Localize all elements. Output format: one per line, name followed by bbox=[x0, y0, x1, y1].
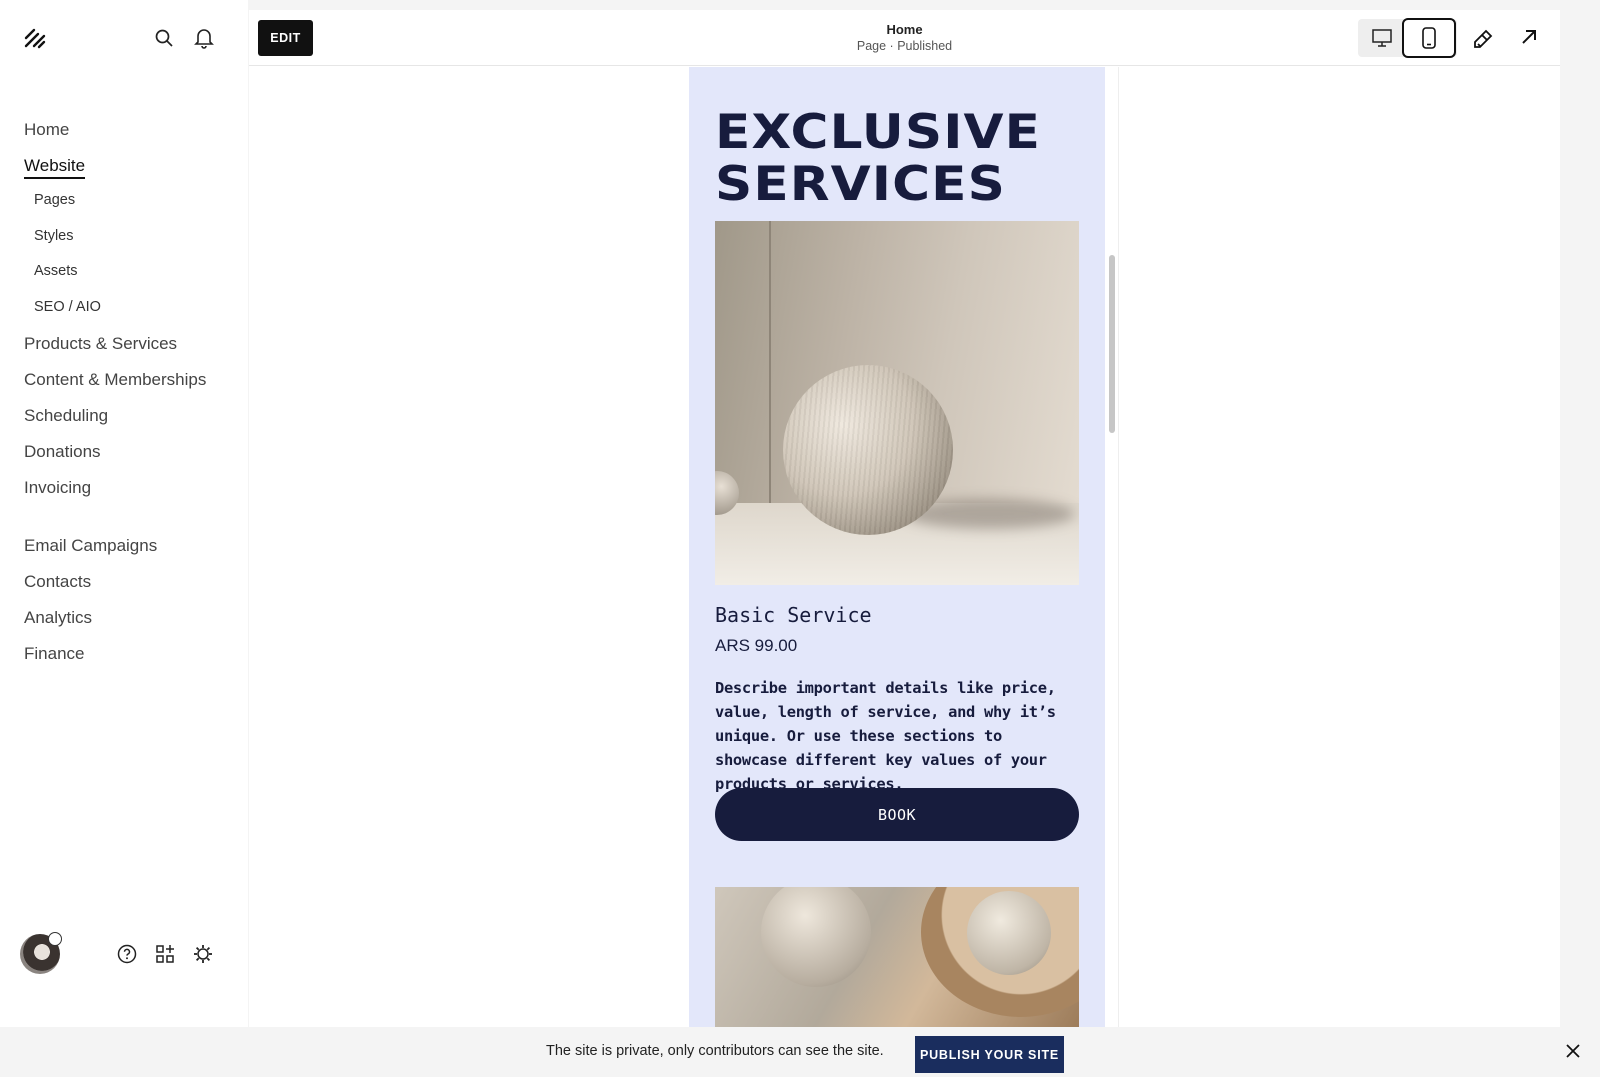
nav-item-analytics[interactable]: Analytics bbox=[24, 606, 244, 642]
nav-item-finance[interactable]: Finance bbox=[24, 642, 244, 678]
nav-subitem-styles[interactable]: Styles bbox=[24, 226, 244, 262]
nav-item-invoicing[interactable]: Invoicing bbox=[24, 476, 244, 512]
apps-icon[interactable] bbox=[155, 944, 175, 964]
service-price: ARS 99.00 bbox=[715, 636, 798, 655]
book-button[interactable]: BOOK bbox=[715, 788, 1079, 841]
editor-panel: EDIT Home Page · Published EXCLUSIVE SER… bbox=[249, 10, 1560, 1027]
desktop-view-icon[interactable] bbox=[1358, 19, 1406, 57]
headline-line-2: SERVICES bbox=[715, 157, 1006, 212]
mobile-preview-frame: EXCLUSIVE SERVICES Basic Service ARS 99.… bbox=[689, 67, 1119, 1027]
service-image-sphere bbox=[715, 221, 1079, 585]
account-badge-icon bbox=[48, 932, 62, 946]
service-description: Describe important details like price, v… bbox=[715, 679, 1056, 793]
site-styles-brush-icon[interactable] bbox=[1472, 28, 1494, 55]
sidebar: Home Website Pages Styles Assets SEO / A… bbox=[0, 0, 248, 1027]
device-view-toggle bbox=[1358, 18, 1457, 58]
site-section-services[interactable]: EXCLUSIVE SERVICES Basic Service ARS 99.… bbox=[689, 67, 1105, 1027]
close-icon[interactable] bbox=[1566, 1044, 1580, 1063]
bell-icon[interactable] bbox=[194, 28, 214, 49]
nav-subitem-pages[interactable]: Pages bbox=[24, 190, 244, 226]
mobile-view-icon[interactable] bbox=[1402, 18, 1456, 58]
open-site-arrow-icon[interactable] bbox=[1520, 28, 1538, 51]
nav-item-scheduling[interactable]: Scheduling bbox=[24, 404, 244, 440]
main-nav: Home Website Pages Styles Assets SEO / A… bbox=[24, 118, 244, 678]
service-image-bowl bbox=[715, 887, 1079, 1027]
nav-item-home[interactable]: Home bbox=[24, 118, 244, 154]
search-icon[interactable] bbox=[154, 28, 174, 48]
service-title: Basic Service bbox=[715, 603, 872, 627]
publish-site-button[interactable]: PUBLISH YOUR SITE bbox=[915, 1036, 1064, 1073]
headline-line-1: EXCLUSIVE bbox=[715, 105, 1042, 160]
avatar[interactable] bbox=[20, 932, 62, 974]
nav-subitem-seo[interactable]: SEO / AIO bbox=[24, 297, 244, 333]
editor-topbar: EDIT Home Page · Published bbox=[249, 10, 1560, 66]
gear-icon[interactable] bbox=[193, 944, 213, 964]
private-site-banner: The site is private, only contributors c… bbox=[0, 1027, 1600, 1077]
banner-message: The site is private, only contributors c… bbox=[546, 1043, 884, 1059]
nav-item-donations[interactable]: Donations bbox=[24, 440, 244, 476]
nav-item-products-services[interactable]: Products & Services bbox=[24, 332, 244, 368]
nav-item-contacts[interactable]: Contacts bbox=[24, 570, 244, 606]
section-headline: EXCLUSIVE SERVICES bbox=[715, 107, 1041, 211]
site-preview-area: EXCLUSIVE SERVICES Basic Service ARS 99.… bbox=[249, 67, 1560, 1027]
squarespace-logo-icon[interactable] bbox=[22, 26, 48, 52]
help-icon[interactable] bbox=[117, 944, 137, 964]
nav-subitem-assets[interactable]: Assets bbox=[24, 261, 244, 297]
nav-item-email-campaigns[interactable]: Email Campaigns bbox=[24, 534, 244, 570]
preview-scrollbar[interactable] bbox=[1109, 255, 1115, 433]
nav-item-website[interactable]: Website bbox=[24, 154, 244, 190]
nav-item-content-memberships[interactable]: Content & Memberships bbox=[24, 368, 244, 404]
